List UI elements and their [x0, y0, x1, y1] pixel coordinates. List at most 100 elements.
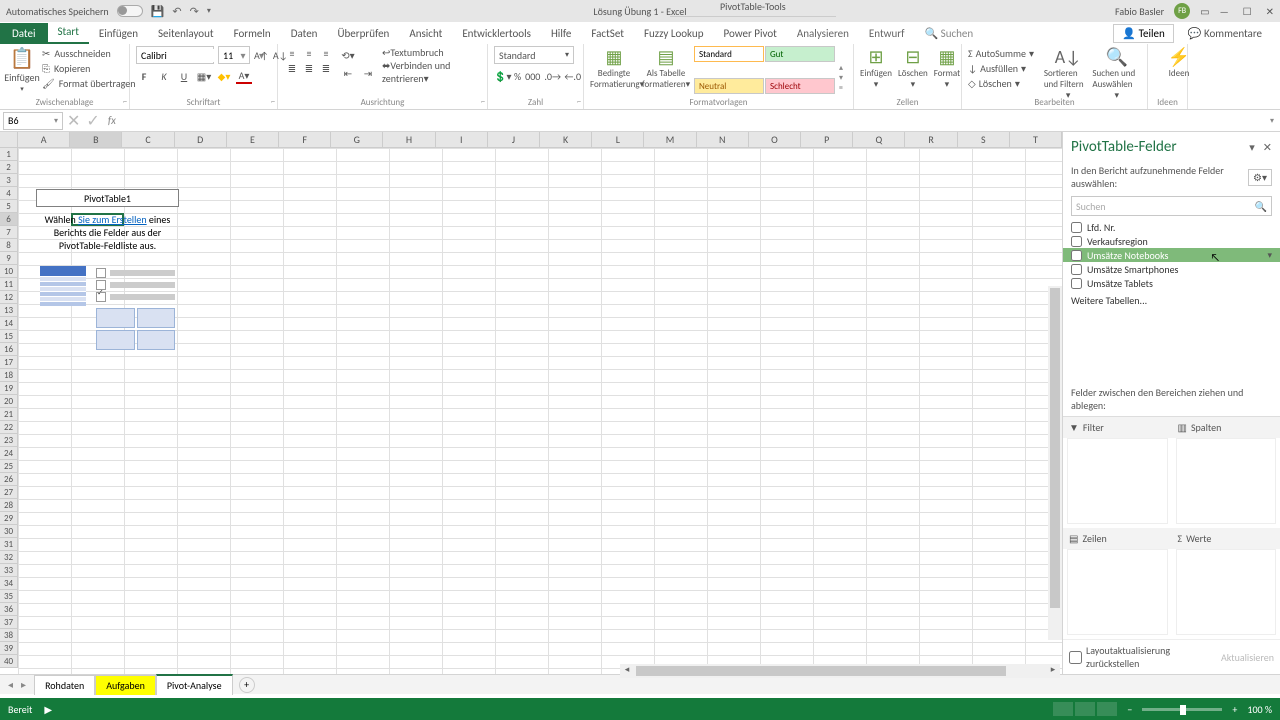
close-icon[interactable]: ✕ — [1266, 5, 1274, 18]
user-avatar[interactable]: FB — [1174, 3, 1190, 19]
tab-insert[interactable]: Einfügen — [89, 23, 148, 44]
align-right-icon[interactable]: ≣ — [318, 61, 334, 75]
pane-close-icon[interactable]: ✕ — [1263, 141, 1272, 154]
row-header[interactable]: 1 — [0, 148, 17, 161]
delete-cells-button[interactable]: ⊟Löschen▾ — [898, 46, 928, 90]
row-header[interactable]: 16 — [0, 343, 17, 356]
format-painter-button[interactable]: Format übertragen — [59, 77, 136, 90]
style-neutral[interactable]: Neutral — [694, 78, 764, 94]
column-header[interactable]: K — [540, 132, 592, 147]
field-checkbox[interactable] — [1071, 236, 1082, 247]
tab-start[interactable]: Start — [48, 21, 89, 44]
ideas-button[interactable]: ⚡Ideen — [1154, 46, 1204, 79]
clipboard-launcher-icon[interactable]: ⌐ — [123, 97, 127, 107]
row-header[interactable]: 5 — [0, 200, 17, 213]
row-header[interactable]: 40 — [0, 655, 17, 668]
view-page-layout-icon[interactable] — [1075, 702, 1095, 716]
copy-icon[interactable]: ⎘ — [42, 62, 50, 75]
area-columns[interactable]: ▥Spalten — [1172, 417, 1280, 528]
clear-button[interactable]: ◇Löschen▾ — [968, 76, 1044, 91]
tab-factset[interactable]: FactSet — [581, 23, 634, 44]
zoom-in-icon[interactable]: + — [1232, 703, 1237, 716]
area-values[interactable]: ΣWerte — [1172, 528, 1280, 639]
column-header[interactable]: B — [70, 132, 122, 147]
row-header[interactable]: 3 — [0, 174, 17, 187]
spreadsheet-grid[interactable]: ABCDEFGHIJKLMNOPQRST 1234567891011121314… — [0, 132, 1062, 674]
row-header[interactable]: 27 — [0, 486, 17, 499]
font-size-input[interactable] — [219, 49, 237, 62]
tab-analyze[interactable]: Analysieren — [787, 23, 859, 44]
row-header[interactable]: 14 — [0, 317, 17, 330]
align-center-icon[interactable]: ≣ — [301, 61, 317, 75]
row-header[interactable]: 19 — [0, 382, 17, 395]
row-header[interactable]: 13 — [0, 304, 17, 317]
add-sheet-button[interactable]: + — [239, 677, 255, 693]
row-header[interactable]: 17 — [0, 356, 17, 369]
column-header[interactable]: S — [958, 132, 1010, 147]
ribbon-display-icon[interactable]: ▭ — [1200, 5, 1209, 18]
field-search-input[interactable]: Suchen🔍 — [1071, 196, 1272, 216]
field-item[interactable]: Umsätze Tablets — [1071, 276, 1272, 290]
fill-color-icon[interactable]: ◆▾ — [216, 70, 232, 83]
column-header[interactable]: G — [331, 132, 383, 147]
align-left-icon[interactable]: ≣ — [284, 61, 300, 75]
field-checkbox[interactable] — [1071, 264, 1082, 275]
pane-dropdown-icon[interactable]: ▾ — [1249, 141, 1255, 154]
row-header[interactable]: 4 — [0, 187, 17, 200]
align-middle-icon[interactable]: ≡ — [301, 46, 317, 60]
font-launcher-icon[interactable]: ⌐ — [271, 97, 275, 107]
increase-decimal-icon[interactable]: .0→ — [544, 70, 560, 83]
column-header[interactable]: C — [122, 132, 174, 147]
row-header[interactable]: 7 — [0, 226, 17, 239]
undo-icon[interactable]: ↶ — [172, 5, 181, 18]
decrease-indent-icon[interactable]: ⇤ — [340, 67, 356, 80]
row-header[interactable]: 6 — [0, 213, 17, 226]
row-header[interactable]: 2 — [0, 161, 17, 174]
style-up-icon[interactable]: ▴ — [839, 63, 843, 73]
column-header[interactable]: E — [227, 132, 279, 147]
column-header[interactable]: O — [749, 132, 801, 147]
row-header[interactable]: 11 — [0, 278, 17, 291]
tab-search[interactable]: 🔍 Suchen — [914, 23, 983, 44]
column-header[interactable]: R — [905, 132, 957, 147]
name-box[interactable]: B6▾ — [3, 112, 63, 130]
column-header[interactable]: P — [801, 132, 853, 147]
align-top-icon[interactable]: ≡ — [284, 46, 300, 60]
style-more-icon[interactable]: ≡ — [839, 83, 843, 93]
minimize-icon[interactable]: — — [1220, 5, 1229, 18]
tab-developer[interactable]: Entwicklertools — [452, 23, 541, 44]
row-header[interactable]: 30 — [0, 525, 17, 538]
number-format-select[interactable]: Standard▾ — [494, 46, 574, 64]
increase-font-icon[interactable]: A↑ — [254, 49, 269, 62]
row-header[interactable]: 9 — [0, 252, 17, 265]
format-painter-icon[interactable]: 🖌 — [42, 77, 55, 90]
font-color-icon[interactable]: A▾ — [236, 69, 252, 84]
field-checkbox[interactable] — [1071, 250, 1082, 261]
decrease-decimal-icon[interactable]: ←.0 — [564, 70, 580, 83]
sheet-tab-pivot-analyse[interactable]: Pivot-Analyse — [156, 674, 233, 695]
field-item[interactable]: Lfd. Nr. — [1071, 220, 1272, 234]
align-bottom-icon[interactable]: ≡ — [318, 46, 334, 60]
defer-layout-checkbox[interactable] — [1069, 651, 1082, 664]
row-header[interactable]: 23 — [0, 434, 17, 447]
row-header[interactable]: 31 — [0, 538, 17, 551]
fill-button[interactable]: ↓Ausfüllen▾ — [968, 61, 1044, 76]
format-cells-button[interactable]: ▦Format▾ — [934, 46, 960, 90]
row-header[interactable]: 8 — [0, 239, 17, 252]
pane-settings-icon[interactable]: ⚙▾ — [1248, 169, 1272, 186]
row-header[interactable]: 10 — [0, 265, 17, 278]
tab-powerpivot[interactable]: Power Pivot — [713, 23, 786, 44]
more-tables-link[interactable]: Weitere Tabellen... — [1063, 290, 1280, 311]
tab-help[interactable]: Hilfe — [541, 23, 581, 44]
view-page-break-icon[interactable] — [1097, 702, 1117, 716]
select-all-corner[interactable] — [0, 132, 18, 148]
tab-data[interactable]: Daten — [281, 23, 328, 44]
row-header[interactable]: 18 — [0, 369, 17, 382]
row-header[interactable]: 12 — [0, 291, 17, 304]
autosave-toggle[interactable] — [117, 5, 143, 17]
column-header[interactable]: T — [1010, 132, 1062, 147]
row-header[interactable]: 28 — [0, 499, 17, 512]
italic-icon[interactable]: K — [156, 70, 172, 83]
column-header[interactable]: D — [175, 132, 227, 147]
comments-button[interactable]: 💬 Kommentare — [1178, 23, 1272, 44]
